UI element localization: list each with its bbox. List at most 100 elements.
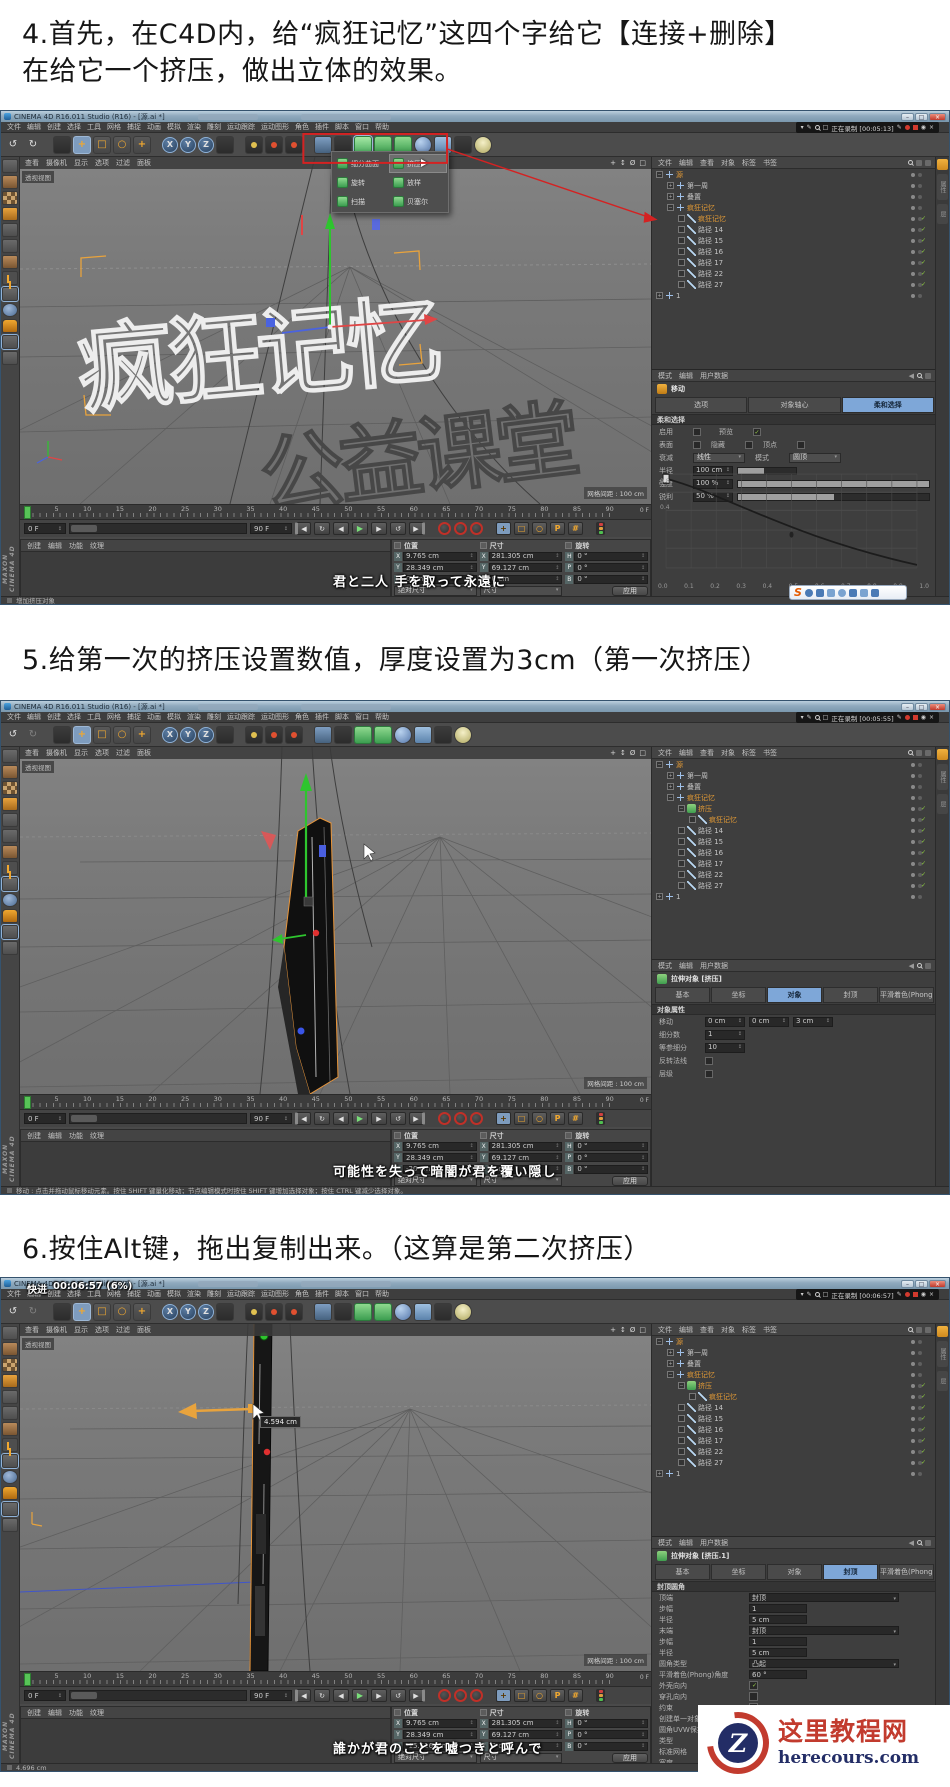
ime-mode-icon[interactable] (804, 588, 813, 597)
dock-coordinates-icon[interactable] (937, 749, 948, 760)
object-tree-item[interactable]: 路径 16 ✓ (652, 246, 937, 257)
timeline-playhead[interactable] (24, 506, 31, 519)
keyframe-scale-button[interactable]: □ (514, 522, 529, 535)
material-menu-item[interactable]: 创建 (27, 1131, 41, 1141)
keyframe-pla-button[interactable]: # (568, 522, 583, 535)
dropdown-menu-item[interactable]: 扫描 (334, 193, 390, 210)
menu-item[interactable]: 动画 (147, 122, 161, 132)
subdivision-field[interactable]: 1 ↕ (705, 1029, 745, 1040)
am-back-icon[interactable]: ◀ (909, 962, 914, 970)
workplane-icon[interactable] (2, 1518, 18, 1532)
menu-item[interactable]: 运动图形 (261, 712, 289, 722)
play-button[interactable]: ▶ (352, 1112, 368, 1125)
selection-tool-button[interactable] (53, 725, 71, 744)
material-menu-item[interactable]: 功能 (69, 541, 83, 551)
next-frame-button[interactable]: ▶ (371, 522, 387, 535)
visibility-toggle-icon[interactable] (911, 205, 915, 210)
material-menu-item[interactable]: 功能 (69, 1708, 83, 1718)
locked-workplane-icon[interactable] (1, 334, 19, 350)
points-mode-icon[interactable] (2, 223, 18, 237)
lock-y-axis-button[interactable]: Y (180, 1303, 196, 1320)
recorder-stop-icon[interactable] (912, 1292, 918, 1297)
enable-axis-icon[interactable] (2, 1438, 18, 1452)
expand-toggle-icon[interactable]: − (678, 1382, 685, 1389)
object-manager-menu-item[interactable]: 文件 (658, 1325, 672, 1335)
visibility-toggle-icon[interactable] (911, 1405, 915, 1410)
expand-toggle-icon[interactable] (678, 237, 685, 244)
attribute-tab[interactable]: 对象 (767, 987, 822, 1003)
attribute-tab[interactable]: 柔和选择 (841, 397, 934, 413)
menu-item[interactable]: 编辑 (27, 122, 41, 132)
light-group-button[interactable] (454, 1302, 472, 1321)
expand-toggle-icon[interactable]: + (667, 1360, 674, 1367)
object-manager-menu-item[interactable]: 查看 (700, 748, 714, 758)
selection-tool-button[interactable] (53, 135, 71, 154)
edges-mode-icon[interactable] (2, 239, 18, 253)
object-tree-item[interactable]: + 1 (652, 891, 937, 902)
recorder-draw-icon[interactable]: ✎ (897, 1291, 902, 1298)
menu-item[interactable]: 渲染 (187, 1289, 201, 1299)
object-tree-item[interactable]: 路径 15 ✓ (652, 235, 937, 246)
object-tree-item[interactable]: 路径 27 ✓ (652, 880, 937, 891)
menu-item[interactable]: 选择 (67, 712, 81, 722)
ime-punct-icon[interactable] (815, 588, 824, 597)
menu-item[interactable]: 创建 (47, 122, 61, 132)
visibility-toggle-icon[interactable] (911, 282, 915, 287)
lock-z-axis-button[interactable]: Z (198, 726, 214, 743)
menu-item[interactable]: 运动跟踪 (227, 122, 255, 132)
expand-toggle-icon[interactable]: + (656, 893, 663, 900)
keyframe-parameter-button[interactable]: P (550, 1689, 565, 1702)
expand-toggle-icon[interactable]: − (656, 1338, 663, 1345)
viewport-menu-item[interactable]: 查看 (25, 1325, 39, 1335)
recorder-pause-icon[interactable] (904, 715, 910, 720)
object-tree-item[interactable]: 路径 16 ✓ (652, 1424, 937, 1435)
visibility-toggle-icon[interactable] (911, 773, 915, 778)
material-menu-item[interactable]: 编辑 (48, 541, 62, 551)
viewport-menu-item[interactable]: 摄像机 (46, 748, 67, 758)
object-tree-item[interactable]: + 第一周 (652, 1347, 937, 1358)
object-tree-item[interactable]: + 叠置 (652, 781, 937, 792)
visibility-toggle-icon[interactable] (911, 784, 915, 789)
object-tree-item[interactable]: − 挤压 ✓ (652, 1380, 937, 1391)
recorder-zoom-icon[interactable] (814, 125, 820, 130)
object-tree-item[interactable]: + 第一周 (652, 180, 937, 191)
keyframe-parameter-button[interactable]: P (550, 522, 565, 535)
goto-start-button[interactable]: ◀ (295, 1112, 311, 1125)
visibility-toggle-icon[interactable] (911, 1394, 915, 1399)
viewport-menu-item[interactable]: 过滤 (116, 1325, 130, 1335)
menu-item[interactable]: 编辑 (27, 712, 41, 722)
expand-toggle-icon[interactable] (678, 827, 685, 834)
minimize-button[interactable]: – (901, 1279, 914, 1288)
rotation-p-field[interactable]: 0 ° ↕ (574, 1153, 649, 1163)
cycle-button[interactable]: ↺ (390, 522, 406, 535)
am-back-icon[interactable]: ◀ (909, 372, 914, 380)
object-tree-item[interactable]: 疯狂记忆 ✓ (652, 213, 937, 224)
undo-button[interactable]: ↺ (4, 1303, 22, 1321)
close-button[interactable]: × (929, 112, 946, 121)
texture-mode-icon[interactable] (2, 1358, 18, 1372)
om-search-icon[interactable] (908, 160, 913, 165)
last-tool-button[interactable]: + (133, 725, 151, 744)
ime-mic-icon[interactable] (837, 588, 846, 597)
attribute-menu-item[interactable]: 编辑 (679, 961, 693, 971)
convert-object-icon[interactable] (2, 159, 18, 173)
recorder-pen-icon[interactable]: ✎ (807, 1291, 812, 1298)
om-layers-icon[interactable] (925, 1326, 931, 1333)
menu-item[interactable]: 运动跟踪 (227, 712, 255, 722)
camera-group-button[interactable] (454, 135, 472, 154)
visibility-toggle-icon[interactable] (911, 1416, 915, 1421)
render-region-button[interactable] (265, 725, 283, 744)
visibility-toggle-icon[interactable] (911, 872, 915, 877)
menu-item[interactable]: 角色 (295, 712, 309, 722)
iso-subdivision-field[interactable]: 10 ↕ (705, 1042, 745, 1053)
frame-slider[interactable] (69, 1690, 247, 1701)
vertex-checkbox[interactable] (797, 440, 805, 449)
attribute-tab[interactable]: 选项 (655, 397, 748, 413)
am-lock-icon[interactable] (925, 962, 931, 969)
menu-item[interactable]: 雕刻 (207, 122, 221, 132)
undo-button[interactable]: ↺ (4, 726, 22, 744)
move-tool-button[interactable]: + (73, 725, 91, 744)
render-settings-button[interactable] (285, 725, 303, 744)
polygons-mode-icon[interactable] (2, 845, 18, 859)
om-layers-icon[interactable] (925, 749, 931, 756)
